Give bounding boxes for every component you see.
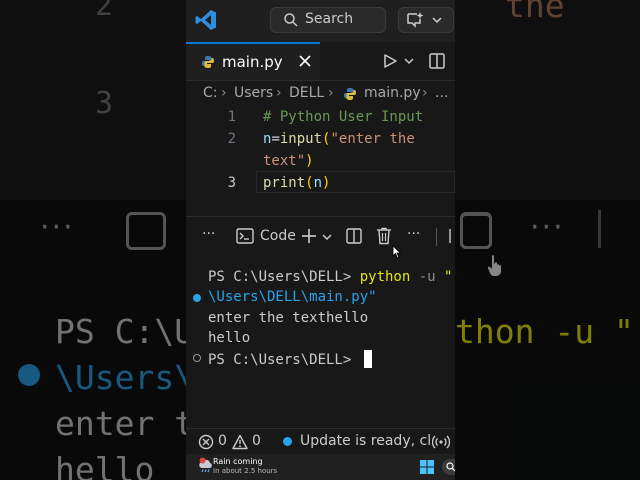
terminal-line: hello (208, 330, 251, 346)
split-terminal-icon[interactable] (346, 228, 362, 244)
terminal-output[interactable]: PS C:\Users\DELL> python -u " \Users\DEL… (186, 258, 455, 426)
windows-taskbar: Rain coming In about 2.5 hours (186, 454, 455, 480)
warning-count[interactable]: 0 (252, 433, 261, 449)
chevron-down-icon[interactable] (322, 232, 332, 242)
vscode-window: Search main.py C: › Users › DELL › main.… (186, 0, 455, 480)
code-string: text" (263, 153, 306, 169)
title-bar: Search (186, 0, 455, 42)
terminal-string: " (444, 269, 453, 285)
error-icon[interactable] (198, 434, 214, 450)
terminal-line: \Users\DELL\main.py" (208, 289, 377, 305)
broadcast-icon[interactable] (432, 434, 450, 450)
chevron-down-icon[interactable] (404, 56, 414, 66)
mouse-pointer-icon (392, 245, 402, 259)
code-function: input (279, 131, 323, 147)
vscode-logo-icon[interactable] (194, 8, 218, 32)
terminal-cursor (363, 350, 372, 368)
trash-icon[interactable] (376, 227, 392, 245)
breadcrumb-item[interactable]: DELL (289, 85, 324, 101)
chevron-right-icon: › (221, 85, 227, 101)
code-line-3: print(n) (263, 175, 330, 191)
command-success-dot[interactable] (193, 294, 201, 302)
copilot-icon (407, 12, 424, 28)
line-number: 2 (227, 131, 236, 147)
command-pending-dot[interactable] (193, 354, 201, 362)
more-icon[interactable]: ··· (202, 226, 215, 242)
code-function: print (263, 175, 306, 191)
code-line-2: n=input("enter the (263, 131, 415, 147)
weather-subtitle: In about 2.5 hours (213, 467, 278, 475)
search-icon (446, 462, 455, 472)
python-icon (202, 56, 214, 68)
update-notice[interactable]: Update is ready, cl (300, 433, 431, 449)
code-line-2-wrap: text") (263, 153, 314, 169)
weather-title: Rain coming (213, 457, 263, 466)
chevron-right-icon: › (328, 85, 334, 101)
code-paren: ) (305, 153, 314, 169)
breadcrumb-item[interactable]: Users (234, 85, 273, 101)
code-variable: n (313, 175, 323, 191)
line-number: 3 (227, 175, 236, 191)
tab-label: main.py (222, 53, 283, 71)
search-label: Search (305, 11, 354, 27)
code-paren: ( (305, 175, 314, 191)
command-center-search[interactable]: Search (270, 7, 386, 33)
terminal-prompt: PS C:\Users\DELL> (208, 352, 360, 368)
terminal-line: enter the texthello (208, 310, 369, 326)
code-line-1: # Python User Input (263, 109, 423, 125)
info-dot-icon (283, 437, 292, 446)
code-comment: # Python User Input (263, 109, 424, 125)
editor-tab-bar: main.py (186, 42, 455, 81)
breadcrumb-item[interactable]: main.py (364, 85, 421, 101)
run-icon[interactable] (382, 53, 398, 69)
windows-logo-icon[interactable] (420, 460, 434, 474)
chevron-right-icon: › (276, 85, 282, 101)
close-icon[interactable] (298, 54, 312, 68)
maximize-panel-icon[interactable] (448, 228, 455, 244)
more-icon[interactable]: ··· (407, 226, 420, 242)
terminal-icon[interactable] (236, 228, 254, 244)
chevron-down-icon (432, 17, 442, 24)
terminal-toolbar: ··· Code ··· (186, 216, 455, 259)
search-icon (284, 13, 298, 27)
breadcrumb-item[interactable]: ... (435, 85, 448, 101)
split-editor-icon[interactable] (428, 52, 446, 70)
plus-icon[interactable] (301, 228, 317, 244)
breadcrumb: C: › Users › DELL › main.py › ... (186, 82, 455, 106)
code-paren: ) (322, 175, 331, 191)
warning-icon[interactable] (232, 434, 248, 450)
code-string: "enter the (330, 131, 415, 147)
terminal-command: python (359, 269, 411, 285)
breadcrumb-item[interactable]: C: (203, 85, 218, 101)
toolbar-divider (436, 228, 437, 246)
terminal-prompt: PS C:\Users\DELL> (208, 269, 360, 285)
python-icon (344, 88, 356, 100)
terminal-line: PS C:\Users\DELL> (208, 350, 372, 368)
copilot-button[interactable] (398, 7, 454, 33)
status-bar: 0 0 Update is ready, cl (186, 428, 455, 455)
chevron-right-icon: › (422, 85, 428, 101)
weather-icon[interactable] (198, 457, 214, 473)
code-editor[interactable]: 1 2 3 # Python User Input n=input("enter… (186, 106, 455, 216)
error-count[interactable]: 0 (218, 433, 227, 449)
line-number: 1 (227, 109, 236, 125)
tab-main-py[interactable]: main.py (186, 42, 320, 80)
hand-pointer-icon (487, 255, 501, 276)
terminal-flag: -u (410, 269, 445, 285)
taskbar-search[interactable] (442, 459, 455, 475)
code-operator: = (271, 131, 280, 147)
terminal-profile-label[interactable]: Code (260, 228, 296, 244)
terminal-line: PS C:\Users\DELL> python -u " (208, 269, 452, 285)
